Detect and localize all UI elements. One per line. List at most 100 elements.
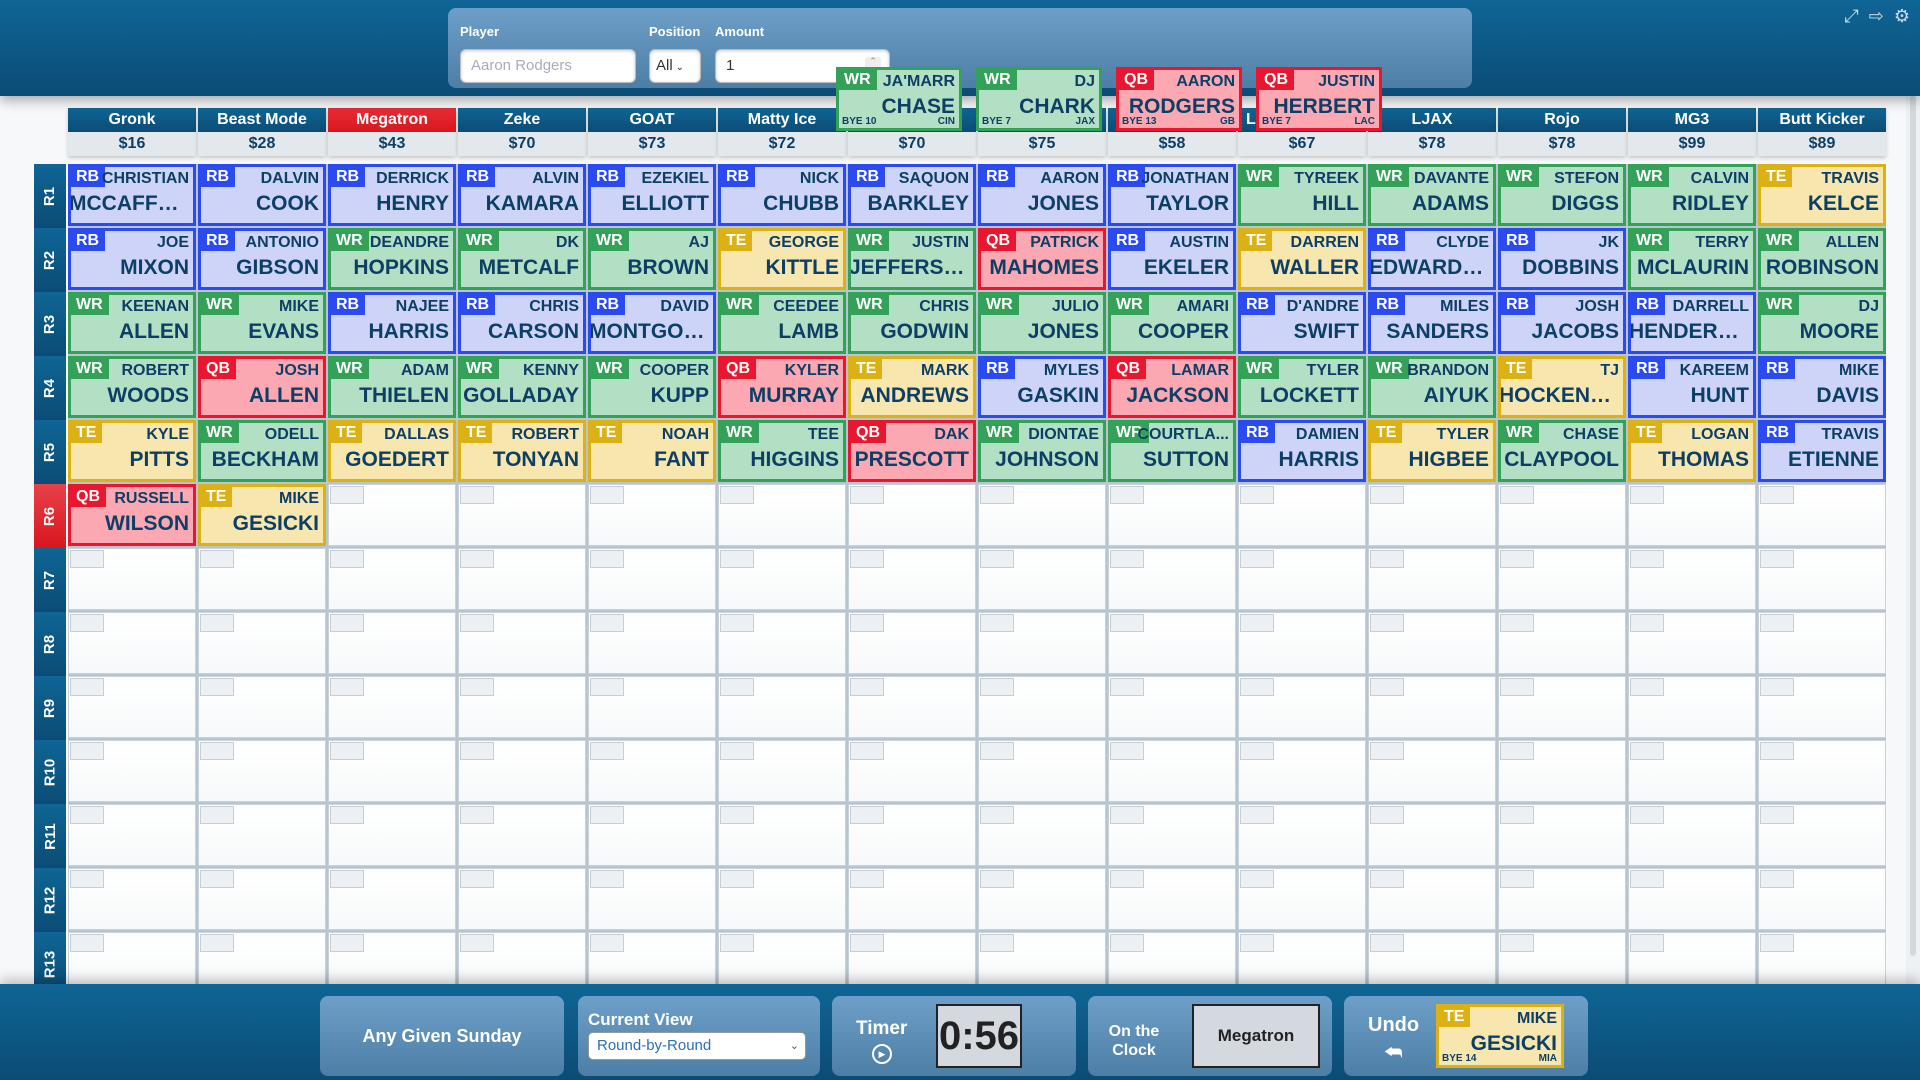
draft-pick-card[interactable]: WR DK METCALF: [458, 228, 586, 290]
empty-pick-slot[interactable]: [1108, 676, 1236, 738]
draft-pick-card[interactable]: RB DAMIEN HARRIS: [1238, 420, 1366, 482]
empty-pick-slot[interactable]: [1238, 932, 1366, 984]
draft-pick-card[interactable]: QB LAMAR JACKSON: [1108, 356, 1236, 418]
empty-pick-slot[interactable]: [198, 676, 326, 738]
league-name-button[interactable]: Any Given Sunday: [320, 996, 564, 1076]
draft-pick-card[interactable]: WR CHRIS GODWIN: [848, 292, 976, 354]
queue-player-card[interactable]: QB AARON RODGERS BYE 13 GB: [1116, 67, 1242, 131]
draft-pick-card[interactable]: RB JK DOBBINS: [1498, 228, 1626, 290]
draft-pick-card[interactable]: TE MARK ANDREWS: [848, 356, 976, 418]
empty-pick-slot[interactable]: [458, 548, 586, 610]
empty-pick-slot[interactable]: [1628, 740, 1756, 802]
team-header[interactable]: Matty Ice $72: [718, 108, 846, 156]
draft-pick-card[interactable]: WR AMARI COOPER: [1108, 292, 1236, 354]
draft-pick-card[interactable]: WR KENNY GOLLADAY: [458, 356, 586, 418]
draft-pick-card[interactable]: RB CLYDE EDWARDS-H...: [1368, 228, 1496, 290]
empty-pick-slot[interactable]: [588, 548, 716, 610]
empty-pick-slot[interactable]: [848, 868, 976, 930]
draft-pick-card[interactable]: RB JONATHAN TAYLOR: [1108, 164, 1236, 226]
empty-pick-slot[interactable]: [1498, 868, 1626, 930]
team-header[interactable]: Zeke $70: [458, 108, 586, 156]
empty-pick-slot[interactable]: [1368, 868, 1496, 930]
empty-pick-slot[interactable]: [588, 612, 716, 674]
empty-pick-slot[interactable]: [68, 868, 196, 930]
empty-pick-slot[interactable]: [328, 740, 456, 802]
draft-pick-card[interactable]: WR DJ MOORE: [1758, 292, 1886, 354]
draft-pick-card[interactable]: RB NAJEE HARRIS: [328, 292, 456, 354]
draft-pick-card[interactable]: RB JOE MIXON: [68, 228, 196, 290]
team-header[interactable]: Beast Mode $28: [198, 108, 326, 156]
draft-pick-card[interactable]: WR KEENAN ALLEN: [68, 292, 196, 354]
empty-pick-slot[interactable]: [1368, 676, 1496, 738]
empty-pick-slot[interactable]: [68, 676, 196, 738]
empty-pick-slot[interactable]: [1108, 548, 1236, 610]
empty-pick-slot[interactable]: [978, 932, 1106, 984]
empty-pick-slot[interactable]: [1368, 804, 1496, 866]
empty-pick-slot[interactable]: [1628, 612, 1756, 674]
empty-pick-slot[interactable]: [1368, 740, 1496, 802]
empty-pick-slot[interactable]: [1498, 676, 1626, 738]
empty-pick-slot[interactable]: [68, 740, 196, 802]
queue-player-card[interactable]: WR JA'MARR CHASE BYE 10 CIN: [836, 67, 962, 131]
draft-pick-card[interactable]: WR ODELL BECKHAM: [198, 420, 326, 482]
team-header[interactable]: Butt Kicker $89: [1758, 108, 1886, 156]
empty-pick-slot[interactable]: [718, 548, 846, 610]
empty-pick-slot[interactable]: [588, 932, 716, 984]
empty-pick-slot[interactable]: [328, 804, 456, 866]
empty-pick-slot[interactable]: [848, 612, 976, 674]
empty-pick-slot[interactable]: [848, 804, 976, 866]
scrollbar-thumb[interactable]: [1910, 96, 1916, 956]
empty-pick-slot[interactable]: [1758, 548, 1886, 610]
draft-pick-card[interactable]: WR COURTLA... SUTTON: [1108, 420, 1236, 482]
empty-pick-slot[interactable]: [458, 740, 586, 802]
draft-pick-card[interactable]: RB DERRICK HENRY: [328, 164, 456, 226]
expand-icon[interactable]: ⤢: [1844, 6, 1858, 27]
empty-pick-slot[interactable]: [1628, 676, 1756, 738]
draft-pick-card[interactable]: RB MILES SANDERS: [1368, 292, 1496, 354]
empty-pick-slot[interactable]: [1628, 868, 1756, 930]
draft-pick-card[interactable]: RB D'ANDRE SWIFT: [1238, 292, 1366, 354]
empty-pick-slot[interactable]: [978, 868, 1106, 930]
draft-pick-card[interactable]: RB DARRELL HENDERSON: [1628, 292, 1756, 354]
empty-pick-slot[interactable]: [718, 932, 846, 984]
empty-pick-slot[interactable]: [328, 612, 456, 674]
empty-pick-slot[interactable]: [1758, 484, 1886, 546]
empty-pick-slot[interactable]: [588, 676, 716, 738]
draft-pick-card[interactable]: WR ALLEN ROBINSON: [1758, 228, 1886, 290]
draft-pick-card[interactable]: TE DALLAS GOEDERT: [328, 420, 456, 482]
draft-pick-card[interactable]: RB CHRIS CARSON: [458, 292, 586, 354]
draft-pick-card[interactable]: WR CEEDEE LAMB: [718, 292, 846, 354]
empty-pick-slot[interactable]: [458, 612, 586, 674]
draft-pick-card[interactable]: TE MIKE GESICKI: [198, 484, 326, 546]
draft-pick-card[interactable]: TE LOGAN THOMAS: [1628, 420, 1756, 482]
empty-pick-slot[interactable]: [718, 612, 846, 674]
position-select[interactable]: All ⌄: [649, 49, 701, 83]
team-header[interactable]: LJAX $78: [1368, 108, 1496, 156]
draft-pick-card[interactable]: WR STEFON DIGGS: [1498, 164, 1626, 226]
empty-pick-slot[interactable]: [1368, 932, 1496, 984]
empty-pick-slot[interactable]: [1238, 548, 1366, 610]
draft-pick-card[interactable]: WR CHASE CLAYPOOL: [1498, 420, 1626, 482]
draft-pick-card[interactable]: RB EZEKIEL ELLIOTT: [588, 164, 716, 226]
draft-pick-card[interactable]: RB KAREEM HUNT: [1628, 356, 1756, 418]
empty-pick-slot[interactable]: [198, 868, 326, 930]
empty-pick-slot[interactable]: [1758, 676, 1886, 738]
draft-pick-card[interactable]: QB JOSH ALLEN: [198, 356, 326, 418]
draft-pick-card[interactable]: RB SAQUON BARKLEY: [848, 164, 976, 226]
queue-player-card[interactable]: QB JUSTIN HERBERT BYE 7 LAC: [1256, 67, 1382, 131]
draft-pick-card[interactable]: RB ALVIN KAMARA: [458, 164, 586, 226]
empty-pick-slot[interactable]: [1628, 548, 1756, 610]
draft-pick-card[interactable]: TE TYLER HIGBEE: [1368, 420, 1496, 482]
draft-pick-card[interactable]: WR ADAM THIELEN: [328, 356, 456, 418]
empty-pick-slot[interactable]: [718, 484, 846, 546]
draft-pick-card[interactable]: WR BRANDON AIYUK: [1368, 356, 1496, 418]
empty-pick-slot[interactable]: [1238, 484, 1366, 546]
empty-pick-slot[interactable]: [1628, 804, 1756, 866]
empty-pick-slot[interactable]: [68, 612, 196, 674]
empty-pick-slot[interactable]: [1108, 804, 1236, 866]
empty-pick-slot[interactable]: [588, 740, 716, 802]
empty-pick-slot[interactable]: [848, 548, 976, 610]
empty-pick-slot[interactable]: [848, 932, 976, 984]
draft-pick-card[interactable]: QB DAK PRESCOTT: [848, 420, 976, 482]
draft-pick-card[interactable]: RB TRAVIS ETIENNE: [1758, 420, 1886, 482]
